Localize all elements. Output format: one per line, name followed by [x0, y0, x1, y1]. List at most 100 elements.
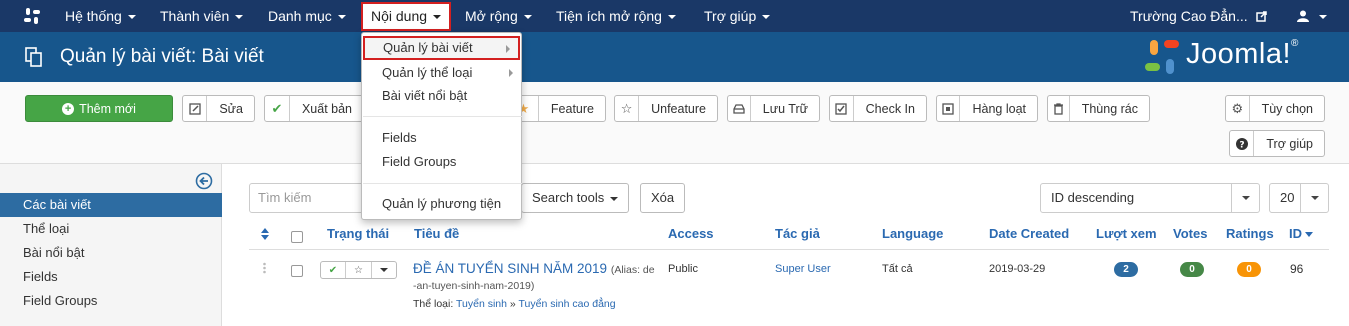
archive-icon — [728, 96, 751, 121]
category-child-link[interactable]: Tuyển sinh cao đẳng — [519, 298, 616, 310]
publish-button[interactable]: ✔ Xuất bản — [264, 95, 364, 122]
archive-button[interactable]: Lưu Trữ — [727, 95, 820, 122]
column-author[interactable]: Tác giả — [775, 224, 820, 244]
caret-down-icon — [127, 15, 136, 20]
nav-menu-extensions[interactable]: Mở rộng — [465, 0, 532, 32]
nav-menu-users[interactable]: Thành viên — [160, 0, 244, 32]
column-title[interactable]: Tiêu đề — [414, 224, 459, 244]
menu-item-field-groups[interactable]: Field Groups — [362, 151, 521, 173]
caret-down-icon — [1318, 15, 1327, 20]
plus-circle-icon: + — [62, 102, 75, 115]
nav-menu-menus[interactable]: Danh mục — [268, 0, 346, 32]
article-alias: (Alias: de — [610, 264, 655, 276]
menu-item-media-manager[interactable]: Quản lý phương tiện — [362, 193, 521, 215]
batch-button[interactable]: Hàng loạt — [936, 95, 1038, 122]
search-tools-button[interactable]: Search tools — [521, 183, 630, 213]
menu-item-featured-articles[interactable]: Bài viết nổi bật — [362, 85, 521, 107]
column-status[interactable]: Trạng thái — [327, 224, 389, 244]
trash-button[interactable]: Thùng rác — [1047, 95, 1150, 122]
id-cell: 96 — [1290, 262, 1304, 276]
sort-order-icon[interactable] — [260, 228, 270, 240]
check-in-button-label: Check In — [865, 101, 915, 116]
column-access[interactable]: Access — [668, 224, 714, 244]
article-alias-continued: -an-tuyen-sinh-nam-2019) — [413, 280, 535, 292]
site-name: Trường Cao Đẳn... — [1130, 8, 1248, 24]
svg-text:?: ? — [1239, 140, 1244, 150]
nav-menu-system[interactable]: Hệ thống — [65, 0, 136, 32]
chevron-down-icon — [1231, 184, 1259, 212]
joomla-brand-text: Joomla! — [1186, 38, 1292, 70]
joomla-logo-icon[interactable] — [22, 6, 42, 26]
chevron-down-icon — [1300, 184, 1328, 212]
column-ratings[interactable]: Ratings — [1226, 224, 1274, 244]
joomla-brand-icon — [1145, 40, 1179, 74]
sidebar-item-articles[interactable]: Các bài viết — [0, 193, 222, 217]
unfeature-button[interactable]: ☆ Unfeature — [614, 95, 718, 122]
page-header: Quản lý bài viết: Bài viết Joomla!® — [0, 32, 1349, 82]
ratings-badge: 0 — [1237, 262, 1261, 277]
nav-menu-help[interactable]: Trợ giúp — [704, 0, 771, 32]
sidebar: Các bài viết Thể loại Bài nổi bật Fields… — [0, 164, 222, 326]
caret-down-icon — [433, 15, 442, 20]
page-title: Quản lý bài viết: Bài viết — [60, 46, 264, 67]
clear-button[interactable]: Xóa — [640, 183, 686, 213]
column-date-created[interactable]: Date Created — [989, 224, 1069, 244]
actions-caret-icon[interactable] — [372, 262, 396, 278]
limit-select[interactable]: 20 — [1269, 183, 1329, 213]
ordering-select[interactable]: ID descending — [1040, 183, 1260, 213]
drag-handle-icon[interactable] — [262, 262, 267, 274]
column-hits[interactable]: Lượt xem — [1096, 224, 1157, 244]
new-button[interactable]: + Thêm mới — [25, 95, 173, 122]
article-category: Thể loại: Tuyển sinh » Tuyển sinh cao đẳ… — [413, 298, 616, 310]
caret-down-icon — [667, 15, 676, 20]
edit-button[interactable]: Sửa — [182, 95, 255, 122]
sidebar-item-featured[interactable]: Bài nổi bật — [0, 241, 222, 265]
nav-menu-label: Mở rộng — [465, 8, 518, 24]
external-link-icon — [1255, 11, 1267, 22]
trash-button-label: Thùng rác — [1081, 101, 1138, 116]
content-dropdown-menu: Quản lý bài viết Quản lý thể loại Bài vi… — [361, 32, 522, 220]
author-link[interactable]: Super User — [775, 263, 831, 275]
limit-value: 20 — [1280, 190, 1295, 205]
help-button[interactable]: ? Trợ giúp — [1229, 130, 1325, 157]
nav-menu-content[interactable]: Nội dung — [361, 2, 452, 31]
column-id[interactable]: ID — [1289, 224, 1313, 244]
caret-down-icon — [610, 196, 619, 201]
publish-button-label: Xuất bản — [301, 101, 352, 116]
arrow-left-circle-icon[interactable] — [195, 172, 213, 190]
published-check-icon[interactable]: ✔ — [321, 262, 346, 278]
check-in-button[interactable]: Check In — [829, 95, 927, 122]
top-navbar: Hệ thống Thành viên Danh mục Nội dung Mở… — [0, 0, 1349, 32]
status-button-group: ✔ ☆ — [320, 261, 397, 279]
menu-item-category-manager[interactable]: Quản lý thể loại — [362, 62, 521, 84]
featured-star-icon[interactable]: ☆ — [346, 262, 372, 278]
sidebar-item-categories[interactable]: Thể loại — [0, 217, 222, 241]
ordering-value: ID descending — [1051, 190, 1135, 205]
search-tools-label: Search tools — [532, 190, 605, 205]
user-menu[interactable] — [1297, 0, 1327, 32]
caret-down-icon — [337, 15, 346, 20]
help-button-label: Trợ giúp — [1266, 136, 1313, 151]
caret-down-icon — [235, 15, 244, 20]
menu-item-article-manager[interactable]: Quản lý bài viết — [363, 36, 520, 60]
nav-menu-components[interactable]: Tiện ích mở rộng — [556, 0, 676, 32]
options-button[interactable]: ⚙ Tùy chọn — [1225, 95, 1325, 122]
joomla-brand: Joomla!® — [1186, 38, 1299, 71]
access-cell: Public — [668, 263, 698, 275]
nav-menu-label: Trợ giúp — [704, 8, 757, 24]
article-title-link[interactable]: ĐỀ ÁN TUYỂN SINH NĂM 2019 — [413, 261, 607, 276]
column-votes[interactable]: Votes — [1173, 224, 1207, 244]
sidebar-item-fields[interactable]: Fields — [0, 265, 222, 289]
copy-icon — [25, 47, 42, 67]
site-name-link[interactable]: Trường Cao Đẳn... — [1130, 0, 1267, 32]
feature-button[interactable]: ★ Feature — [508, 95, 606, 122]
menu-item-fields[interactable]: Fields — [362, 127, 521, 149]
row-checkbox[interactable] — [291, 265, 303, 277]
category-parent-link[interactable]: Tuyển sinh — [456, 298, 507, 310]
star-outline-icon: ☆ — [615, 96, 640, 121]
select-all-checkbox[interactable] — [291, 231, 303, 243]
menu-item-label: Quản lý bài viết — [383, 40, 473, 55]
sidebar-item-field-groups[interactable]: Field Groups — [0, 289, 222, 313]
column-language[interactable]: Language — [882, 224, 943, 244]
options-button-label: Tùy chọn — [1261, 101, 1313, 116]
